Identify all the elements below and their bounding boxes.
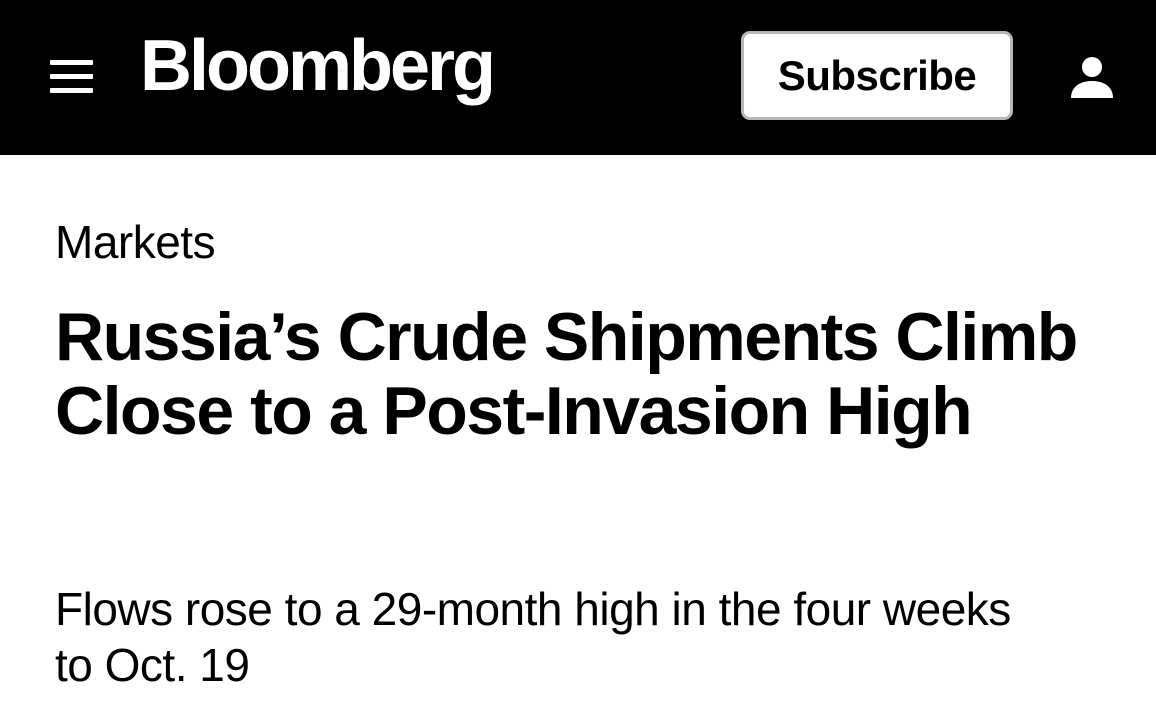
subscribe-button[interactable]: Subscribe <box>741 31 1013 120</box>
bloomberg-logo[interactable]: Bloomberg <box>140 30 496 102</box>
menu-button[interactable] <box>50 57 94 97</box>
article-subheadline: Flows rose to a 29-month high in the fou… <box>55 583 1011 691</box>
user-profile-icon <box>1071 57 1113 98</box>
profile-button[interactable] <box>1068 54 1116 102</box>
section-label[interactable]: Markets <box>55 216 216 269</box>
article-headline: Russia’s Crude Shipments Climb Close to … <box>55 299 1078 449</box>
top-navigation-bar: Bloomberg Subscribe <box>0 0 1156 155</box>
